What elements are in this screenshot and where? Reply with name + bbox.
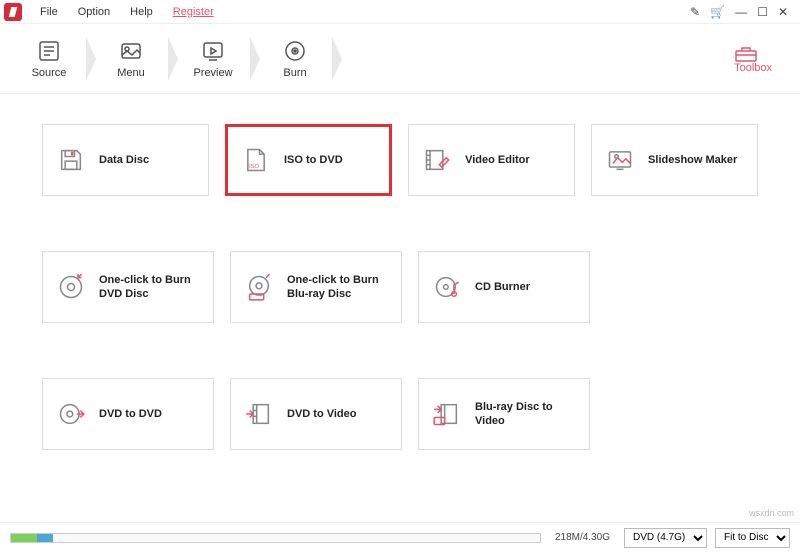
app-logo-icon (4, 3, 22, 21)
toolbox-label: Toolbox (734, 62, 772, 74)
close-button[interactable]: ✕ (778, 5, 788, 19)
iso-file-icon: ISO (242, 146, 270, 174)
card-label: DVD to Video (287, 407, 356, 421)
menu-icon (119, 39, 143, 63)
maximize-button[interactable]: ☐ (757, 5, 768, 19)
source-icon (37, 39, 61, 63)
attribution-text: wsxdn.com (749, 508, 794, 518)
cart-icon[interactable]: 🛒 (710, 5, 725, 19)
fit-select[interactable]: Fit to Disc (715, 528, 790, 548)
toolbox-button[interactable]: Toolbox (734, 44, 800, 74)
step-menu[interactable]: Menu (90, 29, 172, 89)
film-arrow-icon (245, 400, 273, 428)
card-label: Blu-ray Disc to Video (475, 400, 575, 429)
card-slideshow-maker[interactable]: Slideshow Maker (591, 124, 758, 196)
card-label: CD Burner (475, 280, 530, 294)
slideshow-icon (606, 146, 634, 174)
content-area: Data Disc ISO ISO to DVD Video Editor Sl… (0, 94, 800, 460)
capacity-fill-1 (11, 534, 37, 542)
card-video-editor[interactable]: Video Editor (408, 124, 575, 196)
card-dvd-to-video[interactable]: DVD to Video (230, 378, 402, 450)
minimize-button[interactable]: — (735, 5, 747, 19)
card-label: Data Disc (99, 153, 149, 167)
card-label: ISO to DVD (284, 153, 343, 167)
card-label: Slideshow Maker (648, 153, 737, 167)
card-cd-burner[interactable]: CD Burner (418, 251, 590, 323)
window-controls: ✎ 🛒 — ☐ ✕ (690, 5, 796, 19)
row-2: One-click to Burn DVD Disc One-click to … (42, 251, 758, 323)
capacity-bar (10, 533, 541, 543)
status-bar: 218M/4.30G DVD (4.7G) Fit to Disc (0, 522, 800, 552)
feedback-icon[interactable]: ✎ (690, 5, 700, 19)
step-preview-label: Preview (193, 67, 232, 79)
step-preview[interactable]: Preview (172, 29, 254, 89)
bluray-click-icon (245, 273, 273, 301)
step-burn[interactable]: Burn (254, 29, 336, 89)
row-1: Data Disc ISO ISO to DVD Video Editor Sl… (42, 124, 758, 196)
disc-type-select[interactable]: DVD (4.7G) (624, 528, 707, 548)
step-source-label: Source (32, 67, 67, 79)
preview-icon (201, 39, 225, 63)
card-label: Video Editor (465, 153, 530, 167)
card-label: One-click to Burn DVD Disc (99, 273, 199, 302)
card-dvd-to-dvd[interactable]: DVD to DVD (42, 378, 214, 450)
burn-icon (283, 39, 307, 63)
cd-music-icon (433, 273, 461, 301)
capacity-fill-2 (37, 534, 53, 542)
menu-file[interactable]: File (30, 6, 68, 18)
menu-option[interactable]: Option (68, 6, 120, 18)
card-label: DVD to DVD (99, 407, 162, 421)
menubar: File Option Help Register ✎ 🛒 — ☐ ✕ (0, 0, 800, 24)
card-label: One-click to Burn Blu-ray Disc (287, 273, 387, 302)
toolbox-icon (734, 44, 772, 62)
svg-text:ISO: ISO (249, 164, 260, 170)
step-menu-label: Menu (117, 67, 145, 79)
card-one-click-bluray[interactable]: One-click to Burn Blu-ray Disc (230, 251, 402, 323)
card-iso-to-dvd[interactable]: ISO ISO to DVD (225, 124, 392, 196)
card-one-click-dvd[interactable]: One-click to Burn DVD Disc (42, 251, 214, 323)
card-bluray-to-video[interactable]: Blu-ray Disc to Video (418, 378, 590, 450)
floppy-icon (57, 146, 85, 174)
disc-click-icon (57, 273, 85, 301)
film-edit-icon (423, 146, 451, 174)
step-toolbar: Source Menu Preview Burn Toolbox (0, 24, 800, 94)
menu-register[interactable]: Register (163, 6, 224, 18)
row-3: DVD to DVD DVD to Video Blu-ray Disc to … (42, 378, 758, 450)
step-source[interactable]: Source (8, 29, 90, 89)
disc-arrow-icon (57, 400, 85, 428)
step-burn-label: Burn (283, 67, 306, 79)
capacity-text: 218M/4.30G (549, 532, 616, 543)
bluray-video-icon (433, 400, 461, 428)
menu-help[interactable]: Help (120, 6, 163, 18)
card-data-disc[interactable]: Data Disc (42, 124, 209, 196)
